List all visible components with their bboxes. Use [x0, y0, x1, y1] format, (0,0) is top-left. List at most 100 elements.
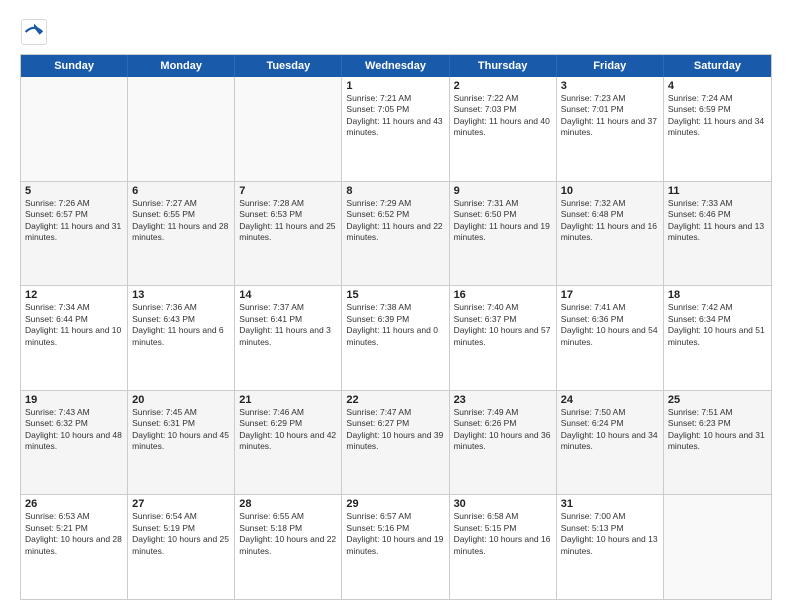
- cell-line: Sunrise: 7:22 AM: [454, 93, 552, 104]
- calendar-cell: 31Sunrise: 7:00 AMSunset: 5:13 PMDayligh…: [557, 495, 664, 599]
- calendar-row-0: 1Sunrise: 7:21 AMSunset: 7:05 PMDaylight…: [21, 77, 771, 182]
- cell-line: Sunrise: 7:42 AM: [668, 302, 767, 313]
- cell-line: Sunset: 7:01 PM: [561, 104, 659, 115]
- day-number: 24: [561, 394, 659, 406]
- calendar-row-3: 19Sunrise: 7:43 AMSunset: 6:32 PMDayligh…: [21, 391, 771, 496]
- cell-line: Daylight: 10 hours and 54 minutes.: [561, 325, 659, 348]
- day-number: 17: [561, 289, 659, 301]
- calendar-cell: 16Sunrise: 7:40 AMSunset: 6:37 PMDayligh…: [450, 286, 557, 390]
- cell-line: Daylight: 11 hours and 28 minutes.: [132, 221, 230, 244]
- calendar-header: SundayMondayTuesdayWednesdayThursdayFrid…: [21, 55, 771, 77]
- cell-line: Daylight: 11 hours and 34 minutes.: [668, 116, 767, 139]
- calendar-cell: 6Sunrise: 7:27 AMSunset: 6:55 PMDaylight…: [128, 182, 235, 286]
- header: [20, 18, 772, 46]
- day-number: 6: [132, 185, 230, 197]
- cell-line: Daylight: 10 hours and 48 minutes.: [25, 430, 123, 453]
- calendar-cell: 24Sunrise: 7:50 AMSunset: 6:24 PMDayligh…: [557, 391, 664, 495]
- cell-line: Daylight: 10 hours and 13 minutes.: [561, 534, 659, 557]
- cell-line: Sunset: 5:21 PM: [25, 523, 123, 534]
- cell-line: Sunset: 7:03 PM: [454, 104, 552, 115]
- cell-line: Sunset: 6:50 PM: [454, 209, 552, 220]
- day-number: 5: [25, 185, 123, 197]
- cell-line: Sunrise: 6:58 AM: [454, 511, 552, 522]
- calendar-cell: 13Sunrise: 7:36 AMSunset: 6:43 PMDayligh…: [128, 286, 235, 390]
- calendar-row-1: 5Sunrise: 7:26 AMSunset: 6:57 PM Daylight…: [21, 182, 771, 287]
- cell-line: Daylight: 10 hours and 28 minutes.: [25, 534, 123, 557]
- cell-line: Sunset: 6:43 PM: [132, 314, 230, 325]
- cell-line: Sunrise: 7:49 AM: [454, 407, 552, 418]
- header-day-sunday: Sunday: [21, 55, 128, 77]
- day-number: 2: [454, 80, 552, 92]
- cell-line: Daylight: 10 hours and 22 minutes.: [239, 534, 337, 557]
- calendar-cell: 30Sunrise: 6:58 AMSunset: 5:15 PMDayligh…: [450, 495, 557, 599]
- cell-line: Sunset: 7:05 PM: [346, 104, 444, 115]
- header-day-monday: Monday: [128, 55, 235, 77]
- calendar-cell: 3Sunrise: 7:23 AMSunset: 7:01 PMDaylight…: [557, 77, 664, 181]
- cell-line: Sunrise: 6:55 AM: [239, 511, 337, 522]
- cell-line: Daylight: 10 hours and 57 minutes.: [454, 325, 552, 348]
- day-number: 27: [132, 498, 230, 510]
- cell-line: Daylight: 11 hours and 19 minutes.: [454, 221, 552, 244]
- cell-line: Sunset: 5:19 PM: [132, 523, 230, 534]
- cell-line: Sunrise: 7:24 AM: [668, 93, 767, 104]
- day-number: 18: [668, 289, 767, 301]
- calendar-cell: 19Sunrise: 7:43 AMSunset: 6:32 PMDayligh…: [21, 391, 128, 495]
- day-number: 25: [668, 394, 767, 406]
- calendar-row-2: 12Sunrise: 7:34 AMSunset: 6:44 PMDayligh…: [21, 286, 771, 391]
- day-number: 22: [346, 394, 444, 406]
- cell-line: Sunrise: 7:27 AM: [132, 198, 230, 209]
- calendar-cell: [235, 77, 342, 181]
- calendar-cell: [21, 77, 128, 181]
- cell-line: Sunset: 6:44 PM: [25, 314, 123, 325]
- calendar-cell: 22Sunrise: 7:47 AMSunset: 6:27 PMDayligh…: [342, 391, 449, 495]
- day-number: 10: [561, 185, 659, 197]
- day-number: 29: [346, 498, 444, 510]
- day-number: 8: [346, 185, 444, 197]
- day-number: 9: [454, 185, 552, 197]
- cell-line: Sunrise: 7:23 AM: [561, 93, 659, 104]
- calendar-cell: 28Sunrise: 6:55 AMSunset: 5:18 PMDayligh…: [235, 495, 342, 599]
- day-number: 21: [239, 394, 337, 406]
- day-number: 28: [239, 498, 337, 510]
- calendar-cell: 2Sunrise: 7:22 AMSunset: 7:03 PMDaylight…: [450, 77, 557, 181]
- page: SundayMondayTuesdayWednesdayThursdayFrid…: [0, 0, 792, 612]
- cell-line: Sunrise: 7:36 AM: [132, 302, 230, 313]
- day-number: 11: [668, 185, 767, 197]
- cell-line: Sunrise: 7:43 AM: [25, 407, 123, 418]
- cell-line: Sunrise: 7:29 AM: [346, 198, 444, 209]
- calendar-cell: 25Sunrise: 7:51 AMSunset: 6:23 PMDayligh…: [664, 391, 771, 495]
- calendar-cell: 5Sunrise: 7:26 AMSunset: 6:57 PMDaylight…: [21, 182, 128, 286]
- cell-line: Daylight: 10 hours and 19 minutes.: [346, 534, 444, 557]
- cell-line: Sunset: 6:29 PM: [239, 418, 337, 429]
- cell-line: Sunrise: 7:28 AM: [239, 198, 337, 209]
- calendar-cell: 18Sunrise: 7:42 AMSunset: 6:34 PMDayligh…: [664, 286, 771, 390]
- cell-line: Sunset: 6:37 PM: [454, 314, 552, 325]
- day-number: 16: [454, 289, 552, 301]
- cell-line: Daylight: 10 hours and 51 minutes.: [668, 325, 767, 348]
- cell-line: Sunrise: 7:32 AM: [561, 198, 659, 209]
- header-day-wednesday: Wednesday: [342, 55, 449, 77]
- cell-line: Sunrise: 7:21 AM: [346, 93, 444, 104]
- cell-line: Sunrise: 7:47 AM: [346, 407, 444, 418]
- calendar-cell: 9Sunrise: 7:31 AMSunset: 6:50 PMDaylight…: [450, 182, 557, 286]
- cell-line: Sunrise: 7:41 AM: [561, 302, 659, 313]
- cell-line: Daylight: 11 hours and 16 minutes.: [561, 221, 659, 244]
- calendar-cell: 27Sunrise: 6:54 AMSunset: 5:19 PMDayligh…: [128, 495, 235, 599]
- cell-line: Sunset: 6:32 PM: [25, 418, 123, 429]
- cell-line: Daylight: 10 hours and 42 minutes.: [239, 430, 337, 453]
- calendar-cell: 23Sunrise: 7:49 AMSunset: 6:26 PMDayligh…: [450, 391, 557, 495]
- cell-line: Sunrise: 7:26 AM: [25, 198, 123, 209]
- cell-line: Sunrise: 6:54 AM: [132, 511, 230, 522]
- day-number: 7: [239, 185, 337, 197]
- logo: [20, 18, 52, 46]
- cell-line: Daylight: 11 hours and 0 minutes.: [346, 325, 444, 348]
- calendar-cell: 10Sunrise: 7:32 AMSunset: 6:48 PMDayligh…: [557, 182, 664, 286]
- day-number: 31: [561, 498, 659, 510]
- calendar-cell: [664, 495, 771, 599]
- calendar-cell: 7Sunrise: 7:28 AMSunset: 6:53 PMDaylight…: [235, 182, 342, 286]
- cell-line: Sunset: 6:57 PM: [25, 209, 123, 220]
- cell-line: Daylight: 11 hours and 37 minutes.: [561, 116, 659, 139]
- cell-line: Sunset: 6:59 PM: [668, 104, 767, 115]
- cell-line: Daylight: 10 hours and 31 minutes.: [668, 430, 767, 453]
- cell-line: Daylight: 11 hours and 10 minutes.: [25, 325, 123, 348]
